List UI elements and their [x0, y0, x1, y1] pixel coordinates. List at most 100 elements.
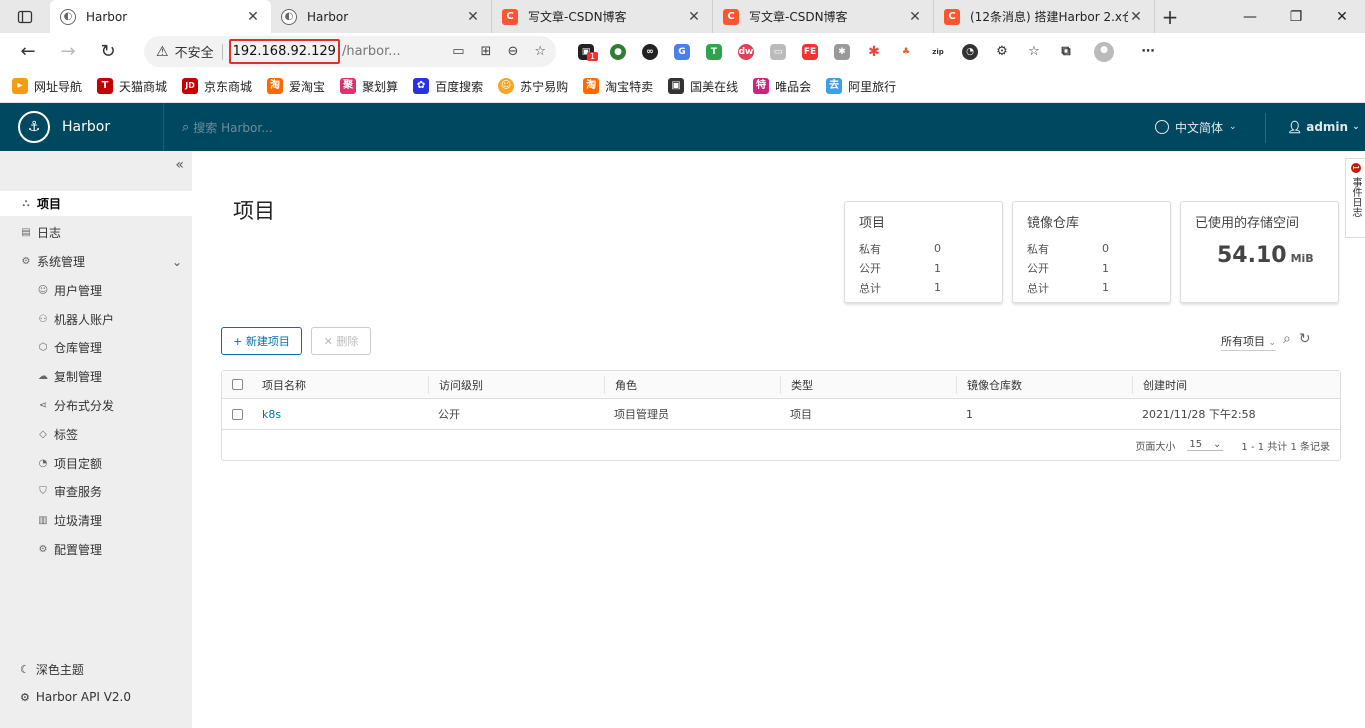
- sidebar-item-label: 垃圾清理: [54, 514, 103, 528]
- global-search-input[interactable]: ⌕ 搜索 Harbor...: [164, 119, 273, 136]
- close-icon[interactable]: ✕: [1128, 9, 1144, 25]
- tab-title: Harbor: [86, 9, 128, 24]
- gitzip-extension-icon[interactable]: zip: [922, 33, 954, 70]
- column-header-name[interactable]: 项目名称: [252, 376, 428, 394]
- security-label[interactable]: 不安全: [175, 42, 214, 61]
- bookmark-item[interactable]: 淘淘宝特卖: [583, 78, 653, 95]
- extension-icon[interactable]: ▣ 1: [570, 33, 602, 70]
- zoom-icon[interactable]: ⊖: [507, 44, 518, 59]
- sidebar-item-replication[interactable]: ☁ 复制管理: [0, 364, 192, 389]
- column-header-role[interactable]: 角色: [604, 375, 780, 394]
- url-host[interactable]: 192.168.92.129: [228, 39, 340, 64]
- globe-extension-icon[interactable]: ●: [602, 33, 634, 70]
- more-menu-icon[interactable]: ⋯: [1132, 33, 1164, 70]
- dw-extension-icon[interactable]: dw: [730, 33, 762, 70]
- sidebar-item-users[interactable]: ☺ 用户管理: [0, 278, 192, 303]
- profile-avatar[interactable]: ●: [1088, 33, 1120, 70]
- browser-tab-4[interactable]: C 写文章-CSDN博客 ✕: [713, 0, 934, 33]
- shield-extension-icon[interactable]: T: [698, 33, 730, 70]
- bookmark-item[interactable]: 淘爱淘宝: [267, 78, 325, 95]
- api-explorer-link[interactable]: ⚙ Harbor API V2.0: [20, 690, 131, 704]
- sidebar-item-label: 审查服务: [54, 485, 103, 499]
- bolt-extension-icon[interactable]: ◔: [954, 33, 986, 70]
- close-icon[interactable]: ✕: [686, 9, 702, 25]
- forward-button[interactable]: →: [48, 33, 88, 70]
- warning-icon[interactable]: ⚠: [156, 44, 169, 60]
- close-icon[interactable]: ✕: [465, 9, 481, 25]
- language-selector[interactable]: 中文简体 ⌄: [1155, 103, 1237, 151]
- restore-icon[interactable]: ❐: [1273, 0, 1319, 33]
- translate-extension-icon[interactable]: G: [666, 33, 698, 70]
- infinity-extension-icon[interactable]: ∞: [634, 33, 666, 70]
- search-icon[interactable]: ⌕: [1283, 331, 1291, 347]
- minimize-icon[interactable]: —: [1227, 0, 1273, 33]
- tag-icon: ◇: [39, 429, 47, 440]
- page-size-select[interactable]: 15 ⌄: [1187, 439, 1224, 451]
- select-all-checkbox[interactable]: [222, 379, 252, 390]
- app-logo[interactable]: ⚓ Harbor: [0, 103, 164, 151]
- card-row-key: 私有: [859, 242, 881, 256]
- event-log-tab[interactable]: 1 事件日志: [1345, 158, 1365, 238]
- row-checkbox[interactable]: [222, 408, 252, 420]
- network-extension-icon[interactable]: ♣: [890, 33, 922, 70]
- bookmark-item[interactable]: ☺ 苏宁易购: [498, 78, 568, 95]
- cast-icon[interactable]: ▭: [452, 44, 464, 59]
- bookmark-item[interactable]: ▣ 国美在线: [668, 78, 738, 95]
- project-filter-select[interactable]: 所有项目 ⌄: [1221, 333, 1277, 351]
- browser-tab-1[interactable]: ◐ Harbor ✕: [50, 0, 271, 33]
- close-window-icon[interactable]: ✕: [1319, 0, 1365, 33]
- favorites-icon[interactable]: ☆: [1018, 33, 1050, 70]
- sidebar-item-logs[interactable]: ▤ 日志: [0, 220, 192, 245]
- star-extension-icon[interactable]: ✱: [858, 33, 890, 70]
- url-path[interactable]: /harbor...: [342, 44, 401, 59]
- dark-theme-label: 深色主题: [35, 663, 84, 677]
- sidebar-item-registries[interactable]: ⬡ 仓库管理: [0, 335, 192, 360]
- bookmark-item[interactable]: ▸ 网址导航: [12, 78, 82, 95]
- sidebar-item-interrogation[interactable]: ⛉ 审查服务: [0, 479, 192, 504]
- bookmark-item[interactable]: JD 京东商城: [182, 78, 252, 95]
- filter-actions: ⌕ ↻: [1283, 331, 1311, 347]
- bookmark-item[interactable]: ✿ 百度搜索: [413, 78, 483, 95]
- sidebar-item-gc[interactable]: ▥ 垃圾清理: [0, 508, 192, 533]
- column-header-created[interactable]: 创建时间: [1132, 375, 1340, 394]
- collapse-sidebar-icon[interactable]: «: [175, 157, 184, 173]
- sidebar-item-distribution[interactable]: ⋖ 分布式分发: [0, 393, 192, 418]
- sidebar-item-projects[interactable]: ⛬ 项目: [0, 191, 192, 216]
- bookmark-item[interactable]: T 天猫商城: [97, 78, 167, 95]
- bookmark-item[interactable]: 聚聚划算: [340, 78, 398, 95]
- delete-button[interactable]: ✕ 删除: [311, 327, 371, 355]
- column-header-repo-count[interactable]: 镜像仓库数: [956, 375, 1132, 394]
- refresh-icon[interactable]: ↻: [1299, 331, 1311, 347]
- tab-actions-icon[interactable]: [0, 0, 50, 33]
- column-header-access[interactable]: 访问级别: [428, 375, 604, 394]
- close-icon[interactable]: ✕: [907, 9, 923, 25]
- browser-tab-2[interactable]: ◐ Harbor ✕: [271, 0, 492, 33]
- puzzle-extension-icon[interactable]: ✱: [826, 33, 858, 70]
- column-header-type[interactable]: 类型: [780, 375, 956, 394]
- close-icon[interactable]: ✕: [245, 9, 261, 25]
- browser-tab-3[interactable]: C 写文章-CSDN博客 ✕: [492, 0, 713, 33]
- sidebar-item-robots[interactable]: ⚇ 机器人账户: [0, 307, 192, 332]
- back-button[interactable]: ←: [8, 33, 48, 70]
- project-link[interactable]: k8s: [262, 408, 281, 421]
- sidebar-item-quotas[interactable]: ◔ 项目定额: [0, 451, 192, 476]
- new-project-button[interactable]: + 新建项目: [221, 327, 302, 355]
- user-menu[interactable]: 👤︎ admin ⌄: [1287, 103, 1360, 151]
- sidebar-item-labels[interactable]: ◇ 标签: [0, 422, 192, 447]
- bookmark-item[interactable]: 去阿里旅行: [826, 78, 896, 95]
- fe-extension-icon[interactable]: FE: [794, 33, 826, 70]
- refresh-button[interactable]: ↻: [88, 33, 128, 70]
- screen-extension-icon[interactable]: ▭: [762, 33, 794, 70]
- extensions-icon[interactable]: ⚙: [986, 33, 1018, 70]
- card-row: 总计 1: [1027, 278, 1156, 298]
- new-tab-button[interactable]: +: [1155, 0, 1185, 33]
- collections-icon[interactable]: ⧉: [1050, 33, 1082, 70]
- dark-theme-toggle[interactable]: ☾ 深色主题: [20, 661, 84, 678]
- address-bar[interactable]: ⚠ 不安全 192.168.92.129 /harbor... ▭ ⊞ ⊖ ☆: [144, 36, 556, 67]
- sidebar-item-admin[interactable]: ⚙ 系统管理 ⌄: [0, 249, 192, 274]
- browser-tab-5[interactable]: C (12条消息) 搭建Harbor 2.x仓库 ✕: [934, 0, 1155, 33]
- sidebar-item-config[interactable]: ⚙ 配置管理: [0, 537, 192, 562]
- apps-icon[interactable]: ⊞: [481, 44, 492, 59]
- bookmark-item[interactable]: 特唯品会: [753, 78, 811, 95]
- add-favorite-icon[interactable]: ☆: [534, 44, 546, 59]
